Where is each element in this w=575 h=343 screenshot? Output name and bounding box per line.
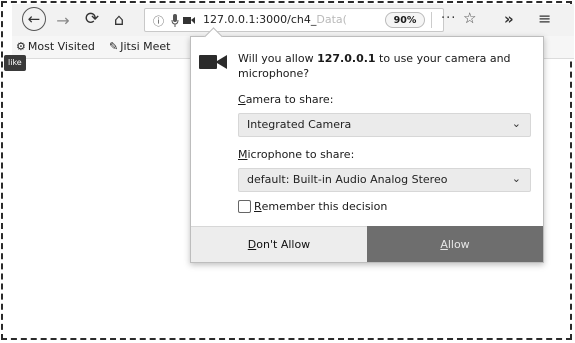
dont-allow-button[interactable]: Don't Allow xyxy=(191,226,367,262)
forward-button[interactable]: → xyxy=(54,10,72,30)
home-icon: ⌂ xyxy=(113,9,125,29)
back-button[interactable]: ← xyxy=(22,7,46,31)
bookmark-label: Jitsi Meet xyxy=(120,40,171,53)
overflow-chevron-icon[interactable]: » xyxy=(504,10,514,28)
allow-button[interactable]: Allow xyxy=(367,226,543,262)
reload-icon: ⟳ xyxy=(84,9,100,29)
brush-icon: ✎ xyxy=(109,40,119,53)
accesskey-a: A xyxy=(440,237,448,251)
url-host-path: 127.0.0.1:3000/ch4_ xyxy=(203,13,317,26)
camera-label-text: amera to share: xyxy=(245,93,334,106)
dont-allow-label: on't Allow xyxy=(256,238,311,251)
chevron-down-icon: ⌄ xyxy=(511,117,521,130)
url-bar[interactable]: ⓘ 127.0.0.1:3000/ch4_Data( 90% ··· ☆ xyxy=(144,8,476,32)
bookmark-most-visited[interactable]: ⚙ Most Visited xyxy=(16,40,95,53)
info-icon[interactable]: ⓘ xyxy=(153,13,164,29)
accesskey-d: D xyxy=(247,238,257,251)
tooltip: like xyxy=(4,55,26,71)
chevron-down-icon: ⌄ xyxy=(511,172,521,185)
camera-icon xyxy=(199,55,227,69)
bookmark-label: Most Visited xyxy=(27,40,95,53)
arrow-right-icon: → xyxy=(56,10,70,30)
microphone-select-value: default: Built-in Audio Analog Stereo xyxy=(247,173,448,186)
accesskey-r: R xyxy=(254,200,262,213)
permission-message: Will you allow 127.0.0.1 to use your cam… xyxy=(238,51,528,81)
url-text[interactable]: 127.0.0.1:3000/ch4_Data( xyxy=(203,13,353,26)
star-icon[interactable]: ☆ xyxy=(463,9,476,27)
microphone-icon[interactable] xyxy=(171,14,179,27)
microphone-label-text: icrophone to share: xyxy=(247,148,355,161)
remember-checkbox[interactable] xyxy=(238,200,251,213)
microphone-select[interactable]: default: Built-in Audio Analog Stereo ⌄ xyxy=(238,168,531,192)
gear-icon: ⚙ xyxy=(16,40,26,53)
arrow-left-icon: ← xyxy=(27,10,41,28)
url-faded-tail: Data( xyxy=(316,13,347,26)
hamburger-menu-icon[interactable]: ≡ xyxy=(538,9,551,28)
camera-select[interactable]: Integrated Camera ⌄ xyxy=(238,113,531,137)
bookmark-jitsi-meet[interactable]: ✎ Jitsi Meet xyxy=(109,40,170,53)
camera-icon[interactable] xyxy=(183,16,195,25)
message-host: 127.0.0.1 xyxy=(317,52,376,65)
page-actions-button[interactable]: ··· xyxy=(441,11,456,26)
message-prefix: Will you allow xyxy=(238,52,318,65)
allow-label: llow xyxy=(447,237,470,251)
toolbar: ← → ⟳ ⌂ ⓘ 127.0.0.1:3000/ch4_Data( 90% ·… xyxy=(12,4,574,37)
remember-label: emember this decision xyxy=(261,200,388,213)
camera-select-value: Integrated Camera xyxy=(247,118,352,131)
accesskey-m: M xyxy=(238,148,248,161)
remember-decision[interactable]: Remember this decision xyxy=(238,200,387,213)
urlbar-divider xyxy=(431,12,432,28)
reload-button[interactable]: ⟳ xyxy=(82,9,102,29)
accesskey-c: C xyxy=(238,93,246,106)
camera-label: Camera to share: xyxy=(238,93,333,106)
zoom-badge[interactable]: 90% xyxy=(385,12,425,28)
popup-footer: Don't Allow Allow xyxy=(191,226,543,262)
permission-popup: Will you allow 127.0.0.1 to use your cam… xyxy=(190,36,544,263)
microphone-label: Microphone to share: xyxy=(238,148,354,161)
home-button[interactable]: ⌂ xyxy=(108,9,130,29)
